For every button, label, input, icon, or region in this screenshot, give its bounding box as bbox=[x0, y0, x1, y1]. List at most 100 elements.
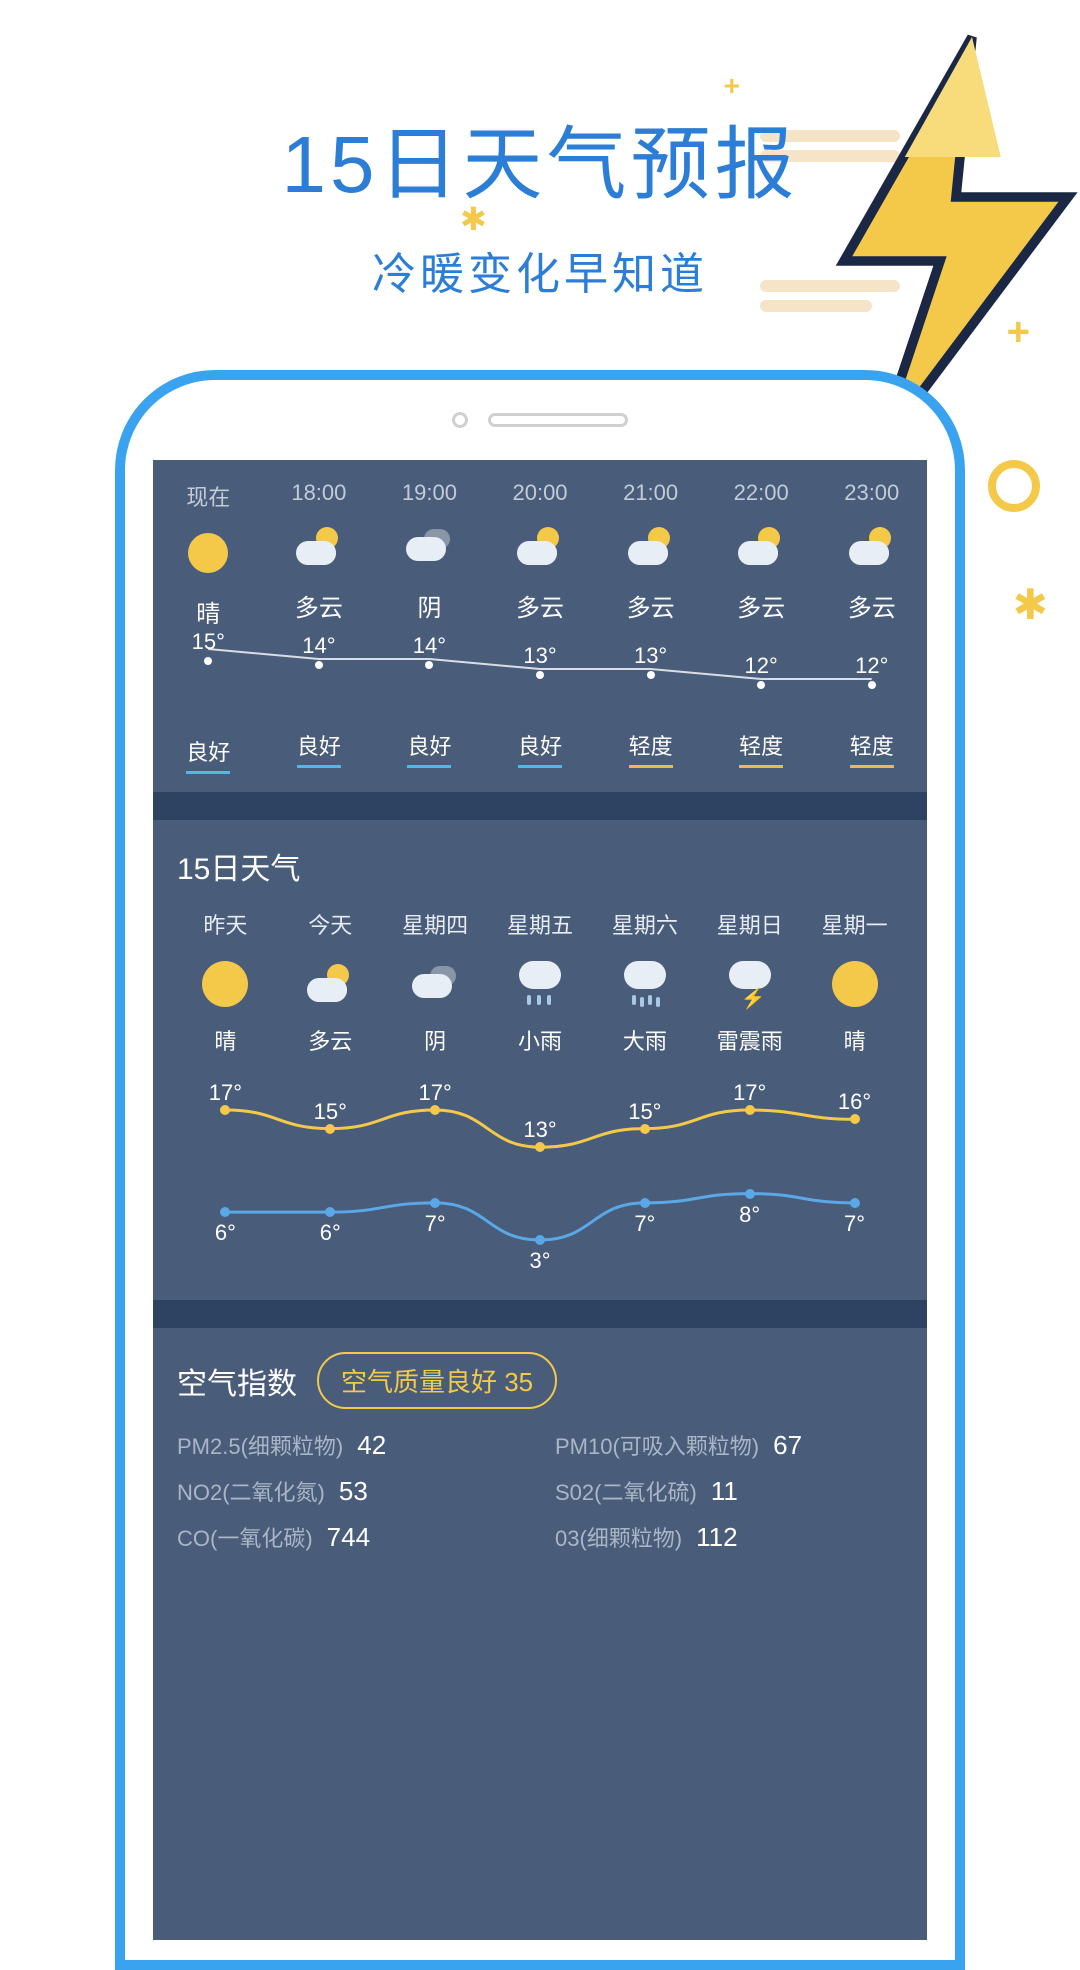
chart-col: 15°6° bbox=[278, 1080, 383, 1280]
hour-aqi[interactable]: 轻度 bbox=[629, 729, 673, 768]
day-col[interactable]: 星期一晴 bbox=[802, 908, 907, 1056]
hour-condition: 多云 bbox=[516, 588, 564, 623]
hour-col[interactable]: 现在晴15°良好 bbox=[153, 480, 264, 774]
overcast-icon bbox=[412, 964, 458, 1004]
air-quality-item: PM2.5(细颗粒物) 42 bbox=[177, 1429, 525, 1461]
daily-forecast[interactable]: 15日天气 昨天晴今天多云星期四阴星期五小雨星期六大雨星期日雷震雨星期一晴 17… bbox=[153, 820, 927, 1300]
air-quality-item: S02(二氧化硫)11 bbox=[555, 1475, 903, 1507]
hour-col[interactable]: 21:00多云13°轻度 bbox=[595, 480, 706, 774]
day-icon-wrap bbox=[407, 956, 463, 1012]
day-col[interactable]: 今天多云 bbox=[278, 908, 383, 1056]
high-temp-dot-icon bbox=[535, 1142, 545, 1152]
hour-time: 20:00 bbox=[512, 480, 567, 506]
day-high-temp: 17° bbox=[733, 1080, 766, 1106]
hour-aqi[interactable]: 良好 bbox=[297, 729, 341, 768]
air-item-value: 67 bbox=[773, 1430, 802, 1461]
section-separator bbox=[153, 792, 927, 820]
day-condition: 大雨 bbox=[623, 1024, 667, 1056]
day-col[interactable]: 昨天晴 bbox=[173, 908, 278, 1056]
air-item-label: PM2.5(细颗粒物) bbox=[177, 1429, 343, 1461]
day-icon-wrap bbox=[617, 956, 673, 1012]
hour-col[interactable]: 23:00多云12°轻度 bbox=[816, 480, 927, 774]
hour-time: 21:00 bbox=[623, 480, 678, 506]
chart-col: 16° 7° bbox=[802, 1080, 907, 1280]
day-label: 星期四 bbox=[402, 908, 468, 944]
day-col[interactable]: 星期六大雨 bbox=[592, 908, 697, 1056]
hour-aqi[interactable]: 良好 bbox=[186, 735, 230, 774]
hour-col[interactable]: 18:00多云14°良好 bbox=[264, 480, 375, 774]
hour-temp-wrap: 12° bbox=[816, 641, 927, 711]
hour-temp-dot bbox=[536, 671, 544, 679]
day-col[interactable]: 星期四阴 bbox=[383, 908, 488, 1056]
hour-temp-wrap: 12° bbox=[706, 641, 817, 711]
air-quality-item: 03(细颗粒物)112 bbox=[555, 1521, 903, 1553]
hour-aqi[interactable]: 轻度 bbox=[850, 729, 894, 768]
day-low-temp: 7° bbox=[634, 1211, 655, 1237]
daily-temp-chart: 17°6°15°6°17°7°13°3°15°7°17°8°16°7° bbox=[173, 1080, 907, 1280]
sun-icon bbox=[832, 961, 878, 1007]
hour-icon-wrap bbox=[406, 524, 452, 570]
cloud-sun-icon bbox=[849, 527, 895, 567]
day-low-temp: 7° bbox=[844, 1211, 865, 1237]
high-temp-dot-icon bbox=[640, 1124, 650, 1134]
hour-icon-wrap bbox=[628, 524, 674, 570]
hour-aqi[interactable]: 轻度 bbox=[739, 729, 783, 768]
day-condition: 多云 bbox=[308, 1024, 352, 1056]
hour-condition: 多云 bbox=[737, 588, 785, 623]
hour-col[interactable]: 22:00多云12°轻度 bbox=[706, 480, 817, 774]
cloud-sun-icon bbox=[628, 527, 674, 567]
hour-temp-dot bbox=[425, 661, 433, 669]
day-high-temp: 16° bbox=[838, 1089, 871, 1115]
hour-aqi[interactable]: 良好 bbox=[518, 729, 562, 768]
air-item-label: PM10(可吸入颗粒物) bbox=[555, 1429, 759, 1461]
plus-icon: + bbox=[1007, 310, 1030, 355]
low-temp-dot-icon bbox=[325, 1207, 335, 1217]
sun-icon bbox=[202, 961, 248, 1007]
hour-condition: 多云 bbox=[295, 588, 343, 623]
hour-temp-dot bbox=[647, 671, 655, 679]
air-quality-item: PM10(可吸入颗粒物) 67 bbox=[555, 1429, 903, 1461]
day-col[interactable]: 星期五小雨 bbox=[488, 908, 593, 1056]
day-label: 星期日 bbox=[717, 908, 783, 944]
day-condition: 阴 bbox=[424, 1024, 446, 1056]
low-temp-dot-icon bbox=[535, 1235, 545, 1245]
cloud-sun-icon bbox=[296, 527, 342, 567]
hour-condition: 多云 bbox=[627, 588, 675, 623]
overcast-icon bbox=[406, 527, 452, 567]
day-label: 星期一 bbox=[822, 908, 888, 944]
low-temp-dot-icon bbox=[430, 1198, 440, 1208]
day-icon-wrap bbox=[722, 956, 778, 1012]
day-low-temp: 8° bbox=[739, 1202, 760, 1228]
hour-temp-wrap: 14° bbox=[374, 641, 485, 711]
day-label: 今天 bbox=[308, 908, 352, 944]
air-item-label: NO2(二氧化氮) bbox=[177, 1475, 325, 1507]
hour-aqi[interactable]: 良好 bbox=[407, 729, 451, 768]
hour-time: 23:00 bbox=[844, 480, 899, 506]
day-high-temp: 17° bbox=[418, 1080, 451, 1106]
day-label: 星期六 bbox=[612, 908, 678, 944]
high-temp-dot-icon bbox=[430, 1105, 440, 1115]
hour-col[interactable]: 20:00多云13°良好 bbox=[485, 480, 596, 774]
hour-col[interactable]: 19:00阴14°良好 bbox=[374, 480, 485, 774]
day-icon-wrap bbox=[197, 956, 253, 1012]
hour-temp-wrap: 15° bbox=[153, 647, 264, 717]
high-temp-dot-icon bbox=[325, 1124, 335, 1134]
hour-temp-wrap: 14° bbox=[264, 641, 375, 711]
day-high-temp: 13° bbox=[523, 1117, 556, 1143]
air-quality-section[interactable]: 空气指数 空气质量良好 35 PM2.5(细颗粒物)42PM10(可吸入颗粒物)… bbox=[153, 1328, 927, 1573]
hour-temp: 15° bbox=[192, 629, 225, 655]
day-high-temp: 17° bbox=[209, 1080, 242, 1106]
hour-icon-wrap bbox=[185, 530, 231, 576]
hour-temp-dot bbox=[868, 681, 876, 689]
day-low-temp: 6° bbox=[215, 1220, 236, 1246]
rain-heavy-icon bbox=[622, 961, 668, 1007]
air-item-value: 11 bbox=[711, 1476, 738, 1507]
hourly-forecast[interactable]: 现在晴15°良好18:00多云14°良好19:00阴14°良好20:00多云13… bbox=[153, 460, 927, 792]
day-col[interactable]: 星期日雷震雨 bbox=[697, 908, 802, 1056]
rain-icon bbox=[517, 961, 563, 1007]
hour-icon-wrap bbox=[296, 524, 342, 570]
air-item-value: 42 bbox=[357, 1430, 386, 1461]
app-screen[interactable]: 现在晴15°良好18:00多云14°良好19:00阴14°良好20:00多云13… bbox=[153, 460, 927, 1940]
air-quality-badge[interactable]: 空气质量良好 35 bbox=[317, 1352, 557, 1409]
air-item-value: 112 bbox=[696, 1522, 737, 1553]
